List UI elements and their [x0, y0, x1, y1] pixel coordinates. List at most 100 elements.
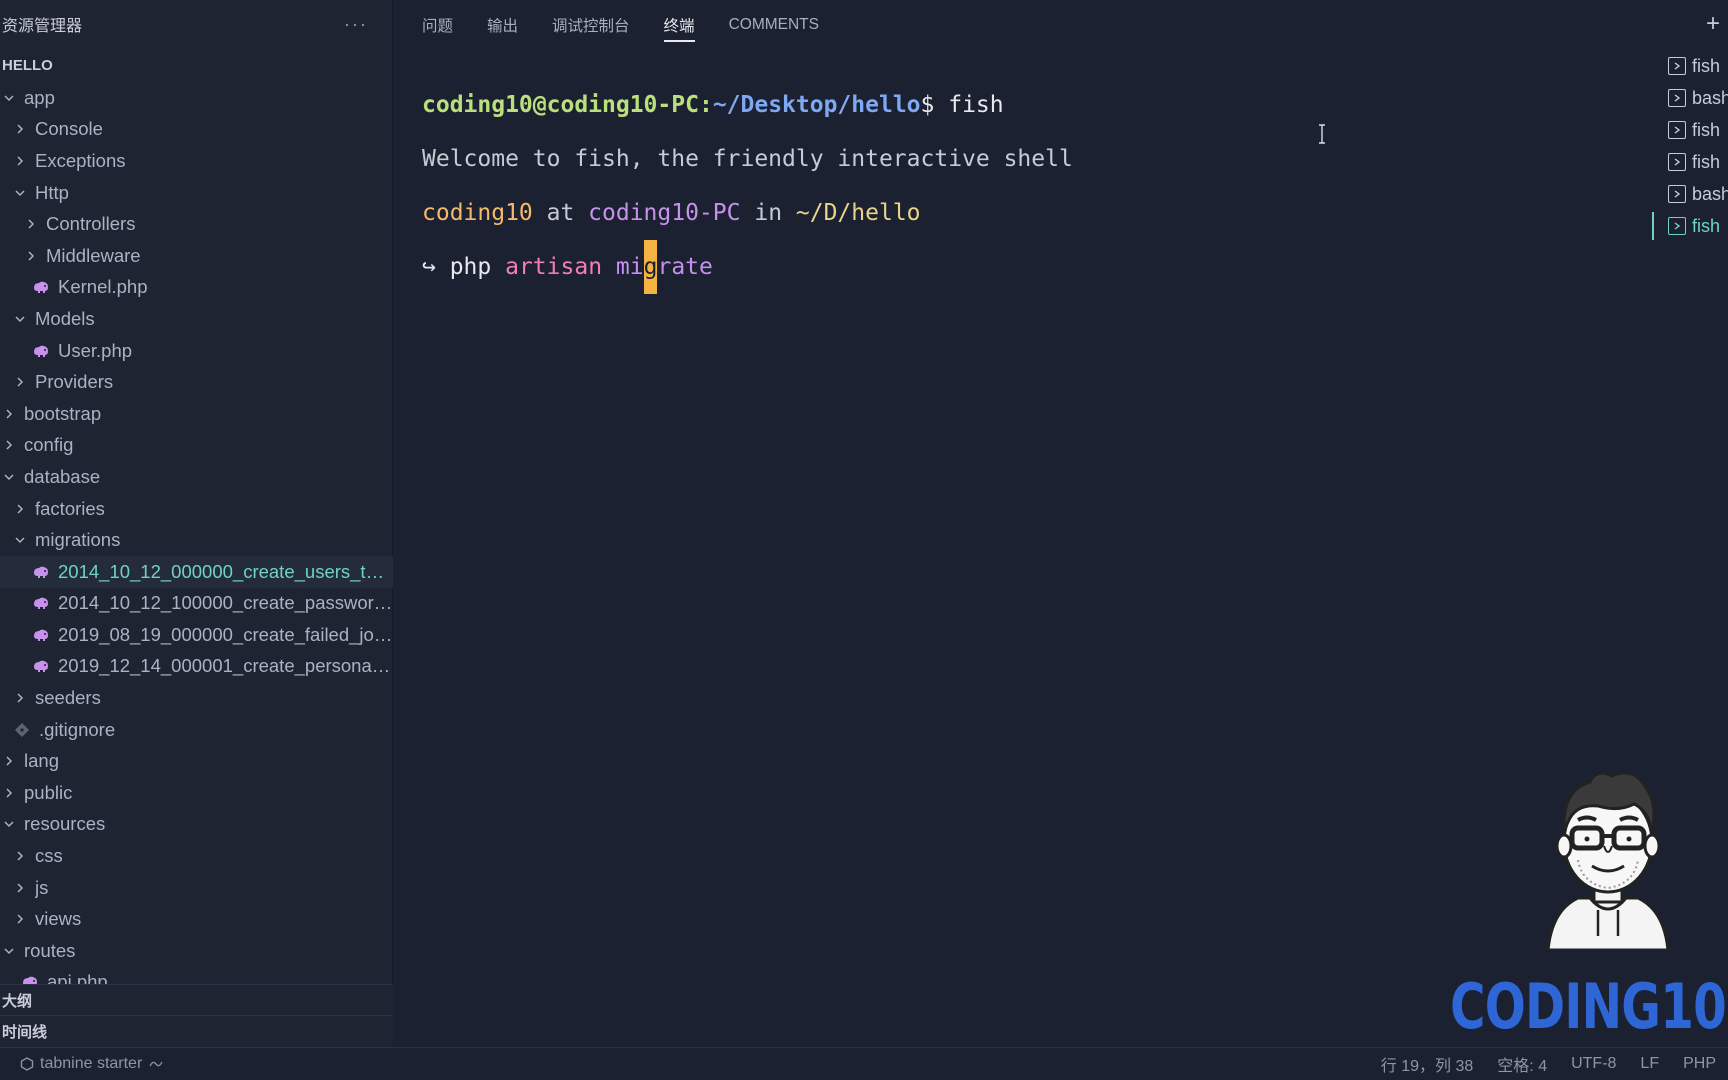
status-right-group: 行 19，列 38 空格: 4 UTF-8 LF PHP — [1381, 1052, 1728, 1076]
tree-file[interactable]: .gitignore — [0, 714, 393, 746]
php-file-icon — [32, 596, 50, 610]
tree-item-label: views — [35, 908, 82, 930]
tree-folder[interactable]: css — [0, 840, 393, 872]
tree-folder[interactable]: seeders — [0, 682, 393, 714]
tree-folder[interactable]: routes — [0, 935, 393, 967]
chevron-right-icon — [13, 122, 27, 136]
prompt-separator: : — [698, 92, 713, 118]
tree-folder[interactable]: config — [0, 430, 393, 462]
terminal-list-item[interactable]: bash — [1652, 82, 1728, 114]
chevron-right-icon — [24, 249, 38, 263]
php-file-icon — [32, 659, 50, 673]
tree-item-label: app — [24, 86, 55, 108]
chevron-down-icon — [13, 186, 27, 200]
encoding[interactable]: UTF-8 — [1571, 1055, 1616, 1073]
tree-folder[interactable]: public — [0, 777, 393, 809]
panel-tab[interactable]: COMMENTS — [729, 0, 819, 50]
tree-folder[interactable]: Console — [0, 114, 393, 146]
terminal-output[interactable]: coding10@coding10-PC: ~/Desktop/hello $ fi… — [422, 78, 1622, 294]
cursor-position[interactable]: 行 19，列 38 — [1381, 1052, 1474, 1076]
tree-folder[interactable]: app — [0, 82, 393, 114]
tree-folder[interactable]: views — [0, 903, 393, 935]
cmd-migrate-pre: mi — [615, 254, 644, 280]
tree-item-label: api.php — [47, 971, 108, 984]
chevron-down-icon — [2, 91, 16, 105]
tabnine-icon — [20, 1057, 34, 1071]
tree-item-label: public — [24, 781, 73, 803]
explorer-header: 资源管理器 ··· — [0, 0, 392, 48]
tree-folder[interactable]: resources — [0, 809, 393, 841]
fish-path: ~/D/hello — [795, 200, 921, 226]
git-file-icon — [13, 722, 31, 738]
chevron-down-icon — [2, 944, 16, 958]
more-actions-icon[interactable]: ··· — [344, 14, 368, 35]
terminal-list-item[interactable]: fish — [1652, 146, 1728, 178]
tree-item-label: database — [24, 465, 101, 487]
tree-file[interactable]: Kernel.php — [0, 272, 393, 304]
tree-folder[interactable]: Http — [0, 177, 393, 209]
tree-file[interactable]: 2014_10_12_100000_create_passwor… — [0, 588, 393, 620]
fish-user: coding10 — [422, 200, 533, 226]
add-terminal-icon[interactable]: + — [1706, 10, 1720, 38]
terminal-list-item[interactable]: fish — [1652, 210, 1728, 242]
tree-folder[interactable]: js — [0, 872, 393, 904]
terminal-line-1: coding10@coding10-PC: ~/Desktop/hello $ fi… — [422, 78, 1622, 132]
explorer-title: 资源管理器 — [2, 18, 83, 35]
tree-file[interactable]: 2019_12_14_000001_create_persona… — [0, 651, 393, 683]
chevron-right-icon — [13, 691, 27, 705]
chevron-right-icon — [24, 217, 38, 231]
chevron-right-icon — [13, 912, 27, 926]
terminal-panel: 问题 输出 调试控制台 终端 COMMENTS + coding10@coding10-… — [394, 0, 1728, 1047]
fish-host: coding10-PC — [588, 200, 741, 226]
tree-item-label: bootstrap — [24, 402, 102, 424]
cmd-space-2 — [602, 254, 616, 280]
tree-file[interactable]: 2019_08_19_000000_create_failed_jo… — [0, 619, 393, 651]
tree-folder[interactable]: bootstrap — [0, 398, 393, 430]
tree-item-label: 2019_12_14_000001_create_persona… — [58, 655, 391, 677]
prompt-command: fish — [948, 92, 1004, 118]
tree-item-label: routes — [24, 939, 76, 961]
terminal-list-item[interactable]: fish — [1652, 50, 1728, 82]
tree-folder[interactable]: lang — [0, 745, 393, 777]
outline-panel-header[interactable]: 大纲 — [0, 984, 393, 1015]
php-file-icon — [32, 280, 50, 294]
end-of-line[interactable]: LF — [1640, 1055, 1659, 1073]
language-mode[interactable]: PHP — [1683, 1055, 1716, 1073]
tree-folder[interactable]: Exceptions — [0, 145, 393, 177]
chevron-right-icon — [13, 881, 27, 895]
panel-tab[interactable]: 终端 — [663, 0, 695, 50]
tabnine-status[interactable]: tabnine starter — [0, 1055, 164, 1073]
tree-folder[interactable]: database — [0, 461, 393, 493]
tree-file[interactable]: 2014_10_12_000000_create_users_ta… — [0, 555, 393, 588]
panel-tab[interactable]: 输出 — [487, 0, 518, 50]
tree-item-label: .gitignore — [39, 718, 116, 740]
terminal-icon — [1668, 89, 1686, 107]
tree-folder[interactable]: Middleware — [0, 240, 393, 272]
prompt-symbol: $ — [920, 92, 949, 118]
tree-item-label: Kernel.php — [58, 276, 148, 298]
terminal-list-item[interactable]: fish — [1652, 114, 1728, 146]
workspace-root[interactable]: HELLO — [0, 48, 392, 82]
tree-item-label: Providers — [35, 371, 114, 393]
terminal-icon — [1668, 57, 1686, 75]
timeline-panel-header[interactable]: 时间线 — [0, 1015, 393, 1046]
mouse-ibeam-icon — [1319, 124, 1325, 144]
tree-folder[interactable]: migrations — [0, 524, 393, 556]
terminal-icon — [1668, 217, 1686, 235]
panel-tab[interactable]: 问题 — [422, 0, 453, 50]
panel-tab[interactable]: 调试控制台 — [552, 0, 630, 50]
tree-folder[interactable]: Controllers — [0, 208, 393, 240]
tree-folder[interactable]: Providers — [0, 366, 393, 398]
tree-file[interactable]: api.php — [0, 967, 393, 984]
tree-folder[interactable]: factories — [0, 493, 393, 525]
tree-file[interactable]: User.php — [0, 335, 393, 367]
tree-folder[interactable]: Models — [0, 303, 393, 335]
tree-item-label: factories — [35, 497, 105, 519]
terminal-icon — [1668, 121, 1686, 139]
indentation[interactable]: 空格: 4 — [1497, 1052, 1547, 1076]
brand-text: CODING10.CO — [1450, 970, 1728, 1043]
terminal-list-item[interactable]: bash — [1652, 178, 1728, 210]
chevron-down-icon — [2, 817, 16, 831]
cmd-space — [491, 254, 505, 280]
terminal-list-label: fish — [1692, 151, 1721, 172]
